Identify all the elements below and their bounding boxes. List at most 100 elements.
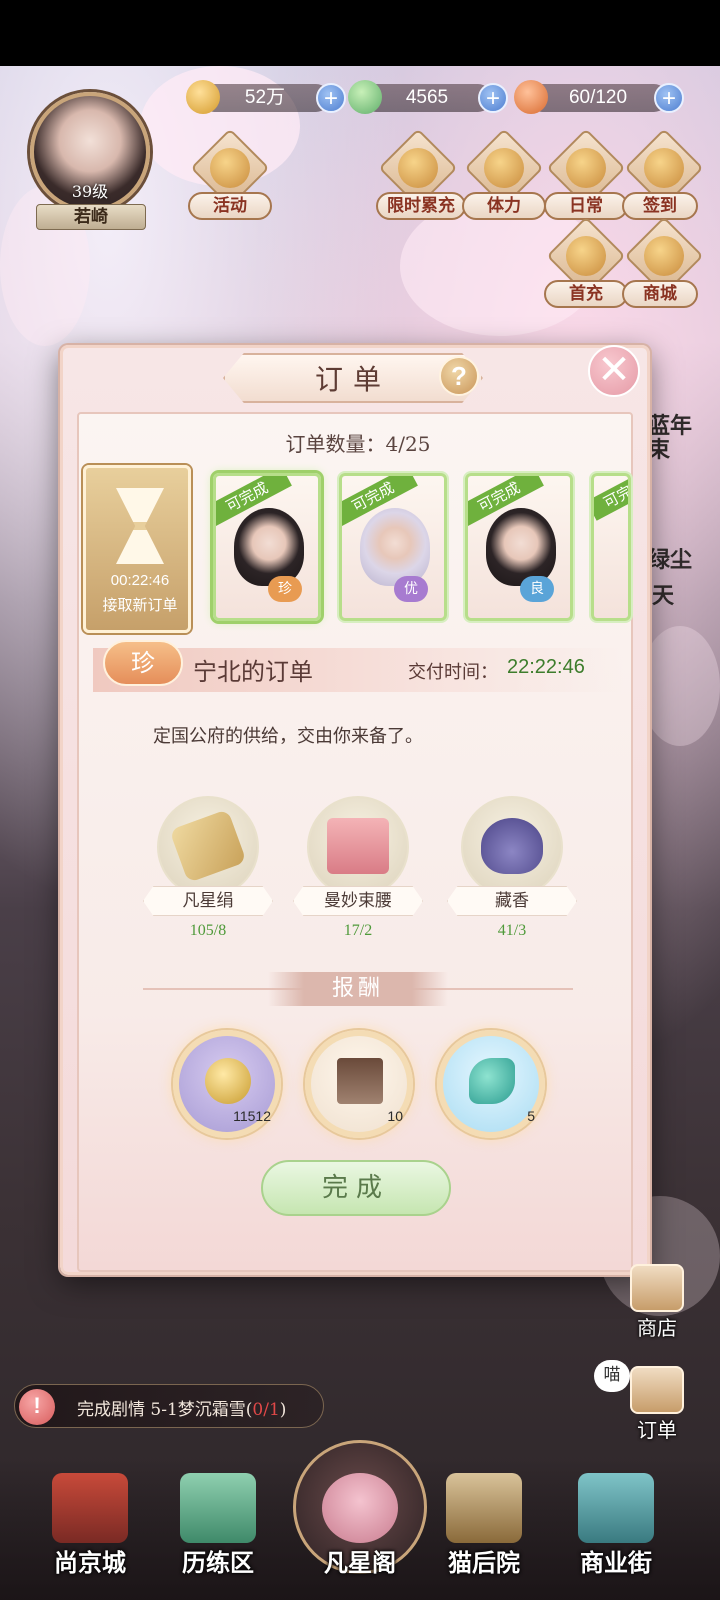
training-icon [180,1473,256,1543]
activity-icon [210,148,250,188]
nav-capital-label: 尚京城 [54,1548,126,1577]
paw-coin-icon [205,1058,251,1104]
alert-icon: ! [19,1389,55,1425]
signin-label: 签到 [622,192,698,220]
paw-coin-icon [186,80,220,114]
order-count-value: 4/25 [385,432,431,456]
order-card-3[interactable]: 可完成 良 [465,473,573,621]
pavilion-icon [337,1058,383,1104]
quest-suffix: ) [279,1400,287,1420]
order-label: 订单 [637,1418,677,1442]
cat-yard-icon [446,1473,522,1543]
requirement-count: 41/3 [497,922,527,939]
status-bar [0,0,720,66]
shop-button[interactable]: 商店 [614,1264,700,1344]
bg-event-text-3: 绿尘 [648,547,693,573]
limited-recharge-button[interactable]: 限时累充 [376,128,466,236]
resource-jade: 4565 + [348,80,508,114]
activity-button[interactable]: 活动 [188,128,272,236]
reward-item[interactable]: 11512 [173,1030,281,1138]
reward-quantity: 10 [387,1108,403,1124]
reward-quantity: 11512 [233,1108,271,1124]
requirement-name: 藏香 [447,886,577,916]
nav-star-pavilion[interactable]: 凡星阁 [300,1465,420,1600]
add-jade-button[interactable]: + [478,83,508,113]
order-card-1[interactable]: 可完成 珍 [213,473,321,621]
order-dialog: 订单 ? ✕ 订单数量：4/25 00:22:46 接取新订单 可完成 珍 可完… [60,345,650,1275]
order-card-2[interactable]: 可完成 优 [339,473,447,621]
market-street-icon [578,1473,654,1543]
nav-market-street[interactable]: 商业街 [556,1465,676,1600]
first-charge-label: 首充 [544,280,628,308]
order-button[interactable]: 订单 [614,1366,700,1446]
mall-label: 商城 [622,280,698,308]
limited-recharge-icon [398,148,438,188]
new-order-timer-card[interactable]: 00:22:46 接取新订单 [83,465,191,633]
add-stamina-button[interactable]: + [654,83,684,113]
bun-icon [514,80,548,114]
shop-icon [630,1264,684,1312]
nav-training[interactable]: 历练区 [158,1465,278,1600]
daily-icon [566,148,606,188]
quest-text: 完成剧情 5-1梦沉霜雪(0/1) [77,1395,286,1420]
quest-progress: 0/1 [252,1400,280,1420]
requirement-count: 17/2 [343,922,373,939]
customer-portrait [234,508,304,586]
order-status: 可完 [594,476,628,521]
help-button[interactable]: ? [439,356,479,396]
stamina-button[interactable]: 体力 [462,128,546,236]
customer-portrait [360,508,430,586]
new-order-timer: 00:22:46 [110,572,170,589]
nav-star-pavilion-label: 凡星阁 [324,1548,396,1577]
stamina-icon [484,148,524,188]
reward-item[interactable]: 10 [305,1030,413,1138]
daily-label: 日常 [544,192,628,220]
fish-icon [469,1058,515,1104]
order-count-label: 订单数量： [285,432,386,456]
capital-icon [52,1473,128,1543]
mall-icon [644,236,684,276]
requirement-item[interactable]: 曼妙束腰 17/2 [293,796,423,956]
order-title: 宁北的订单 [193,658,313,686]
deliver-time-label: 交付时间： [408,662,498,683]
player-level: 39级 [71,182,109,201]
reward-quantity: 5 [527,1108,535,1124]
quest-description: 完成剧情 5-1梦沉霜雪( [77,1400,253,1420]
order-grade: 珍 [268,576,302,602]
nav-capital[interactable]: 尚京城 [30,1465,150,1600]
order-grade: 良 [520,576,554,602]
order-card-4[interactable]: 可完 [591,473,631,621]
requirement-item[interactable]: 藏香 41/3 [447,796,577,956]
limited-recharge-label: 限时累充 [376,192,466,220]
complete-order-button[interactable]: 完成 [261,1160,451,1216]
stamina-value: 60/120 [568,87,628,108]
new-order-label: 接取新订单 [102,596,178,614]
resource-stamina: 60/120 + [514,80,684,114]
deliver-time-value: 22:22:46 [507,656,585,678]
requirement-name: 凡星绢 [143,886,273,916]
signin-icon [644,148,684,188]
customer-portrait [486,508,556,586]
order-count: 订单数量：4/25 [63,428,653,457]
mall-button[interactable]: 商城 [622,216,704,324]
jade-value: 4565 [405,87,449,108]
jade-icon [348,80,382,114]
first-charge-button[interactable]: 首充 [544,216,628,324]
order-icon [630,1366,684,1414]
nav-market-street-label: 商业街 [580,1548,652,1577]
reward-item[interactable]: 5 [437,1030,545,1138]
resource-coins: 52万 + [186,80,346,114]
shop-label: 商店 [637,1316,677,1340]
nav-cat-yard[interactable]: 猫后院 [424,1465,544,1600]
activity-label: 活动 [188,192,272,220]
order-grade: 优 [394,576,428,602]
close-button[interactable]: ✕ [588,345,640,397]
waistband-icon [327,818,389,874]
bg-event-text-4: 天 [652,583,675,609]
requirement-count: 105/8 [189,922,227,939]
quest-tracker[interactable]: ! 完成剧情 5-1梦沉霜雪(0/1) [14,1384,324,1428]
first-charge-icon [566,236,606,276]
add-coins-button[interactable]: + [316,83,346,113]
requirement-item[interactable]: 凡星绢 105/8 [143,796,273,956]
player-name: 若崎 [36,204,146,230]
